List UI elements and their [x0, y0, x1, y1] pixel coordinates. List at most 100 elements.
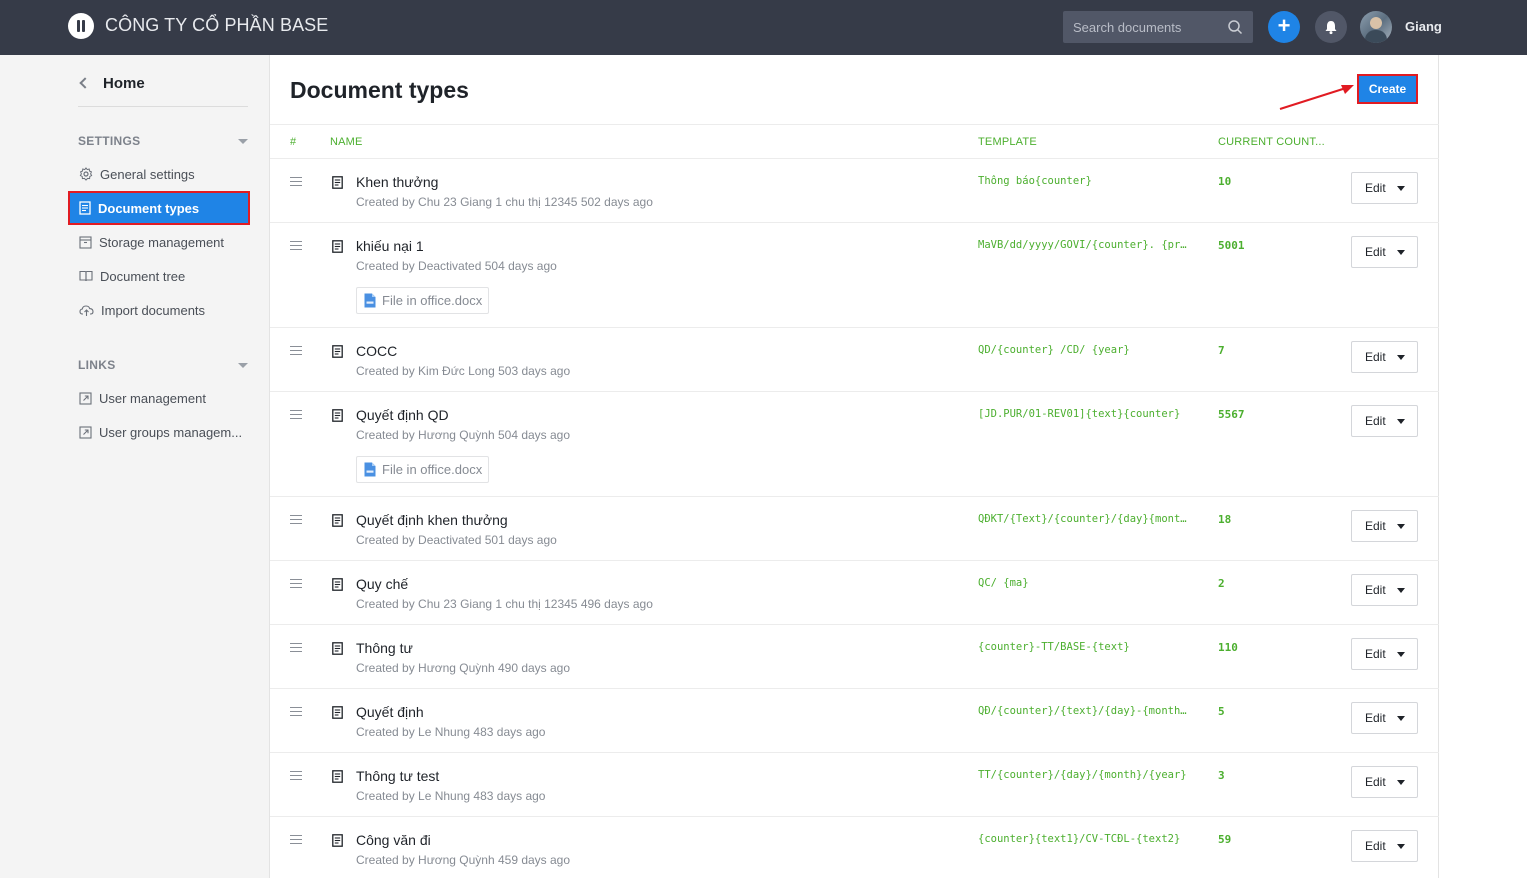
row-template: Thông báo{counter} — [978, 175, 1092, 187]
edit-button[interactable]: Edit — [1351, 766, 1418, 798]
table-row: Thông tư test Created by Le Nhung 483 day… — [270, 753, 1439, 817]
drag-handle-icon[interactable] — [290, 579, 302, 591]
row-template: [JD.PUR/01-REV01]{text}{counter} — [978, 408, 1181, 420]
base-logo-icon[interactable] — [68, 13, 94, 39]
row-doc-icon — [332, 514, 343, 532]
drag-handle-icon[interactable] — [290, 346, 302, 358]
settings-section-title: SETTINGS — [78, 134, 141, 148]
table-row: Khen thưởng Created by Chu 23 Giang 1 chu… — [270, 159, 1439, 223]
attachment-chip[interactable]: File in office.docx — [356, 456, 490, 483]
sidebar: Home SETTINGS General settings Document … — [0, 55, 270, 878]
settings-section-header[interactable]: SETTINGS — [78, 134, 250, 150]
edit-button[interactable]: Edit — [1351, 830, 1418, 862]
caret-down-icon — [238, 139, 248, 144]
avatar[interactable] — [1360, 11, 1392, 43]
row-meta: Created by Hương Quỳnh 504 days ago — [356, 428, 571, 442]
user-name[interactable]: Giang — [1405, 19, 1442, 34]
drag-handle-icon[interactable] — [290, 515, 302, 527]
row-meta: Created by Deactivated 504 days ago — [356, 259, 557, 273]
row-name[interactable]: Thông tư test — [356, 768, 439, 784]
caret-down-icon — [1397, 780, 1405, 785]
row-name[interactable]: COCC — [356, 343, 397, 359]
chevron-left-icon — [79, 77, 91, 89]
edit-label: Edit — [1365, 245, 1386, 259]
row-template: MaVB/dd/yyyy/GOVI/{counter}. {pr… — [978, 239, 1187, 251]
company-name[interactable]: CÔNG TY CỔ PHẦN BASE — [105, 15, 328, 36]
sidebar-item-storage-management[interactable]: Storage management — [70, 227, 248, 257]
edit-label: Edit — [1365, 711, 1386, 725]
column-header-current-count[interactable]: CURRENT COUNT... — [1218, 136, 1325, 148]
create-button[interactable]: Create — [1357, 74, 1418, 104]
row-doc-icon — [332, 834, 343, 852]
edit-button[interactable]: Edit — [1351, 341, 1418, 373]
table-row: Quyết định Created by Le Nhung 483 days a… — [270, 689, 1439, 753]
sidebar-item-label: User groups managem... — [99, 424, 243, 440]
document-icon — [332, 240, 343, 253]
sidebar-item-label: Import documents — [101, 302, 206, 318]
row-current-count: 5567 — [1218, 408, 1245, 421]
row-name[interactable]: Thông tư — [356, 640, 413, 656]
notifications-button[interactable] — [1315, 11, 1347, 43]
column-header-template[interactable]: TEMPLATE — [978, 136, 1037, 148]
sidebar-item-user-management[interactable]: User management — [70, 383, 248, 413]
attachment-chip[interactable]: File in office.docx — [356, 287, 490, 314]
column-header-name[interactable]: NAME — [330, 136, 363, 148]
caret-down-icon — [1397, 588, 1405, 593]
home-label: Home — [103, 74, 145, 92]
row-template: {counter}{text1}/CV-TCĐL-{text2} — [978, 833, 1181, 845]
sidebar-item-label: Document types — [98, 200, 200, 216]
row-current-count: 5001 — [1218, 239, 1245, 252]
row-current-count: 3 — [1218, 769, 1225, 782]
edit-label: Edit — [1365, 775, 1386, 789]
add-button[interactable]: + — [1268, 11, 1300, 43]
sidebar-item-document-tree[interactable]: Document tree — [70, 261, 248, 291]
search-icon[interactable] — [1227, 19, 1243, 35]
table-row: COCC Created by Kim Đức Long 503 days ago… — [270, 328, 1439, 392]
sidebar-item-general-settings[interactable]: General settings — [70, 159, 248, 189]
edit-button[interactable]: Edit — [1351, 702, 1418, 734]
drag-handle-icon[interactable] — [290, 771, 302, 783]
top-bar: CÔNG TY CỔ PHẦN BASE + Giang — [0, 0, 1527, 55]
row-name[interactable]: Quyết định QD — [356, 407, 449, 423]
search-box[interactable] — [1063, 11, 1253, 43]
drag-handle-icon[interactable] — [290, 707, 302, 719]
drag-handle-icon[interactable] — [290, 177, 302, 189]
document-icon — [332, 578, 343, 591]
row-doc-icon — [332, 770, 343, 788]
drag-handle-icon[interactable] — [290, 835, 302, 847]
row-name[interactable]: Quy chế — [356, 576, 408, 592]
table-row: khiếu nại 1 Created by Deactivated 504 da… — [270, 223, 1439, 328]
caret-down-icon — [1397, 524, 1405, 529]
row-doc-icon — [332, 706, 343, 724]
links-section-header[interactable]: LINKS — [78, 358, 250, 374]
column-header-index: # — [290, 136, 297, 148]
drag-handle-icon[interactable] — [290, 643, 302, 655]
row-name[interactable]: Khen thưởng — [356, 174, 438, 190]
sidebar-item-user-groups-management[interactable]: User groups managem... — [70, 417, 248, 447]
sidebar-item-document-types[interactable]: Document types — [68, 191, 250, 225]
row-name[interactable]: Quyết định khen thưởng — [356, 512, 508, 528]
row-name[interactable]: Quyết định — [356, 704, 424, 720]
drag-handle-icon[interactable] — [290, 241, 302, 253]
row-template: {counter}-TT/BASE-{text} — [978, 641, 1130, 653]
docx-file-icon — [364, 462, 376, 477]
sidebar-item-import-documents[interactable]: Import documents — [70, 295, 248, 325]
edit-button[interactable]: Edit — [1351, 574, 1418, 606]
row-current-count: 59 — [1218, 833, 1232, 846]
home-link[interactable]: Home — [78, 73, 145, 93]
edit-button[interactable]: Edit — [1351, 172, 1418, 204]
row-meta: Created by Deactivated 501 days ago — [356, 533, 557, 547]
search-input[interactable] — [1063, 11, 1223, 43]
edit-button[interactable]: Edit — [1351, 638, 1418, 670]
edit-label: Edit — [1365, 839, 1386, 853]
row-name[interactable]: Công văn đi — [356, 832, 431, 848]
row-current-count: 5 — [1218, 705, 1225, 718]
document-icon — [332, 706, 343, 719]
edit-button[interactable]: Edit — [1351, 236, 1418, 268]
edit-button[interactable]: Edit — [1351, 510, 1418, 542]
edit-button[interactable]: Edit — [1351, 405, 1418, 437]
caret-down-icon — [1397, 419, 1405, 424]
row-name[interactable]: khiếu nại 1 — [356, 238, 424, 254]
drag-handle-icon[interactable] — [290, 410, 302, 422]
document-icon — [332, 770, 343, 783]
